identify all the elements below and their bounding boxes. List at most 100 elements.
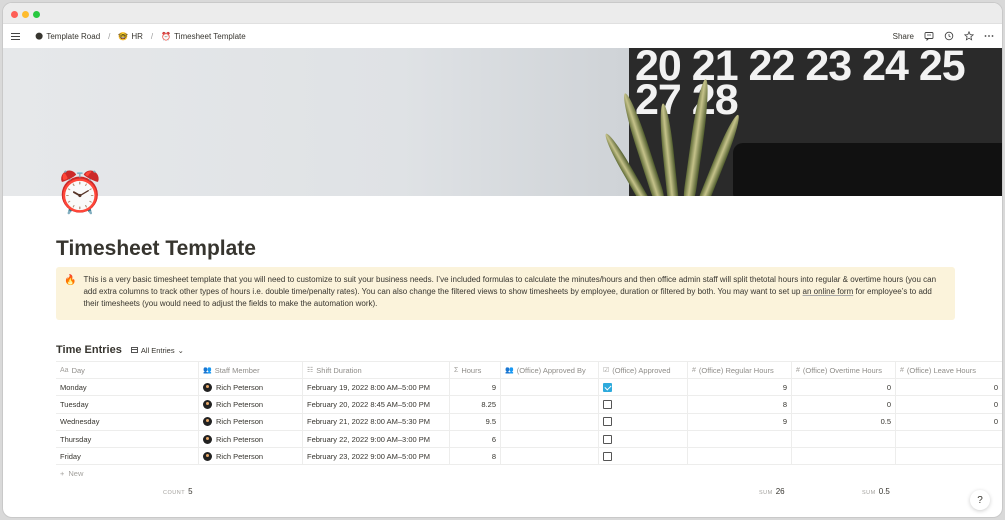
- column-label: Staff Member: [214, 365, 260, 375]
- overtime-hours-cell[interactable]: 0.5: [792, 413, 896, 430]
- regular-hours-cell[interactable]: [688, 448, 792, 465]
- table-row[interactable]: Monday Rich Peterson February 19, 2022 8…: [56, 379, 1002, 397]
- approved-checkbox[interactable]: [603, 434, 612, 444]
- day-cell[interactable]: Monday: [56, 379, 199, 396]
- approved-by-cell[interactable]: [501, 430, 599, 448]
- approved-checkbox[interactable]: [603, 399, 612, 409]
- table-row[interactable]: Tuesday Rich Peterson February 20, 2022 …: [56, 396, 1002, 414]
- column-header-staff-member[interactable]: 👥 Staff Member: [199, 362, 303, 378]
- online-form-link[interactable]: an online form: [803, 287, 854, 296]
- count-summary[interactable]: COUNT 5: [163, 487, 193, 496]
- approved-cell[interactable]: [599, 396, 688, 413]
- hours-cell: 9.5: [450, 413, 501, 430]
- page-title[interactable]: Timesheet Template: [56, 237, 256, 261]
- regular-hours-cell[interactable]: 9: [688, 379, 792, 396]
- top-bar-actions: Share: [893, 24, 994, 48]
- breadcrumb-item-hr[interactable]: 🤓 HR: [118, 32, 143, 41]
- overtime-hours-sum[interactable]: SUM 0.5: [862, 487, 890, 496]
- comment-icon[interactable]: [924, 31, 934, 41]
- regular-hours-cell[interactable]: [688, 430, 792, 448]
- leave-hours-cell[interactable]: [896, 448, 1002, 464]
- approved-checkbox[interactable]: [603, 417, 612, 427]
- day-cell[interactable]: Tuesday: [56, 396, 199, 413]
- column-label: Shift Duration: [316, 365, 362, 375]
- staff-cell[interactable]: Rich Peterson: [199, 448, 303, 465]
- close-window-button[interactable]: [11, 11, 18, 18]
- breadcrumb-item-template-road[interactable]: 🌑 Template Road: [35, 32, 100, 41]
- column-header-overtime-hours[interactable]: # (Office) Overtime Hours: [792, 362, 896, 378]
- table-row[interactable]: Friday Rich Peterson February 23, 2022 9…: [56, 448, 1002, 466]
- approved-cell[interactable]: [599, 448, 688, 465]
- help-button[interactable]: ?: [970, 490, 990, 510]
- column-header-regular-hours[interactable]: # (Office) Regular Hours: [688, 362, 792, 378]
- staff-cell[interactable]: Rich Peterson: [199, 430, 303, 448]
- day-cell[interactable]: Thursday: [56, 430, 199, 448]
- overtime-hours-cell[interactable]: [792, 448, 896, 465]
- history-clock-icon[interactable]: [944, 31, 954, 41]
- regular-hours-cell[interactable]: 9: [688, 413, 792, 430]
- approved-cell[interactable]: [599, 413, 688, 430]
- column-label: (Office) Approved By: [516, 365, 586, 375]
- overtime-hours-cell[interactable]: [792, 430, 896, 448]
- approved-by-cell[interactable]: [501, 413, 599, 430]
- minimize-window-button[interactable]: [22, 11, 29, 18]
- share-button[interactable]: Share: [893, 32, 914, 41]
- staff-cell[interactable]: Rich Peterson: [199, 413, 303, 430]
- overtime-hours-cell[interactable]: 0: [792, 379, 896, 396]
- avatar: [203, 417, 212, 427]
- shift-cell[interactable]: February 21, 2022 8:00 AM–5:30 PM: [303, 413, 450, 430]
- approved-checkbox[interactable]: [603, 451, 612, 461]
- column-label: (Office) Approved: [612, 365, 671, 375]
- shift-cell[interactable]: February 19, 2022 8:00 AM–5:00 PM: [303, 379, 450, 396]
- leave-hours-cell[interactable]: 0: [896, 396, 1002, 412]
- page-icon-alarm-clock[interactable]: ⏰: [55, 173, 105, 213]
- favorite-star-icon[interactable]: [964, 31, 974, 41]
- number-property-icon: #: [796, 366, 800, 374]
- column-header-day[interactable]: Aa Day: [56, 362, 199, 378]
- table-row[interactable]: Wednesday Rich Peterson February 21, 202…: [56, 413, 1002, 431]
- regular-hours-sum[interactable]: SUM 26: [759, 487, 785, 496]
- summary-label: SUM: [759, 490, 773, 496]
- column-header-shift-duration[interactable]: ☷ Shift Duration: [303, 362, 450, 378]
- column-header-approved[interactable]: ☑ (Office) Approved: [599, 362, 688, 378]
- number-property-icon: #: [900, 366, 904, 374]
- approved-by-cell[interactable]: [501, 448, 599, 465]
- leave-hours-cell[interactable]: 0: [896, 414, 1002, 430]
- overtime-hours-cell[interactable]: 0: [792, 396, 896, 413]
- hours-cell: 8: [450, 448, 501, 465]
- shift-cell[interactable]: February 20, 2022 8:45 AM–5:00 PM: [303, 396, 450, 413]
- summary-value: 0.5: [878, 487, 890, 496]
- database-title[interactable]: Time Entries: [56, 344, 122, 356]
- number-property-icon: #: [692, 366, 696, 374]
- maximize-window-button[interactable]: [33, 11, 40, 18]
- approved-by-cell[interactable]: [501, 396, 599, 413]
- staff-cell[interactable]: Rich Peterson: [199, 379, 303, 396]
- column-label: Day: [71, 365, 85, 375]
- regular-hours-cell[interactable]: 8: [688, 396, 792, 413]
- view-selector[interactable]: All Entries ⌄: [130, 345, 184, 355]
- shift-cell[interactable]: February 23, 2022 9:00 AM–5:00 PM: [303, 448, 450, 465]
- column-header-hours[interactable]: Σ Hours: [450, 362, 501, 378]
- approved-cell[interactable]: [599, 379, 688, 396]
- day-cell[interactable]: Wednesday: [56, 413, 199, 430]
- leave-hours-cell[interactable]: [896, 431, 1002, 447]
- staff-cell[interactable]: Rich Peterson: [199, 396, 303, 413]
- day-cell[interactable]: Friday: [56, 448, 199, 465]
- approved-checkbox[interactable]: [603, 382, 612, 392]
- plus-icon: +: [60, 469, 65, 478]
- leave-hours-cell[interactable]: 0: [896, 379, 1002, 395]
- approved-cell[interactable]: [599, 430, 688, 448]
- shift-cell[interactable]: February 22, 2022 9:00 AM–3:00 PM: [303, 430, 450, 448]
- sidebar-toggle-icon[interactable]: [11, 29, 25, 43]
- breadcrumb-item-timesheet-template[interactable]: ⏰ Timesheet Template: [161, 32, 246, 41]
- add-new-row-button[interactable]: + New: [60, 469, 87, 478]
- fire-icon: 🔥: [64, 275, 77, 286]
- approved-by-cell[interactable]: [501, 379, 599, 396]
- view-label: All Entries: [140, 345, 175, 355]
- hours-cell: 9: [450, 379, 501, 396]
- more-options-icon[interactable]: [984, 31, 994, 41]
- column-header-approved-by[interactable]: 👥 (Office) Approved By: [501, 362, 599, 378]
- column-header-leave-hours[interactable]: # (Office) Leave Hours: [896, 362, 1002, 378]
- formula-property-icon: Σ: [454, 366, 459, 374]
- table-row[interactable]: Thursday Rich Peterson February 22, 2022…: [56, 430, 1002, 449]
